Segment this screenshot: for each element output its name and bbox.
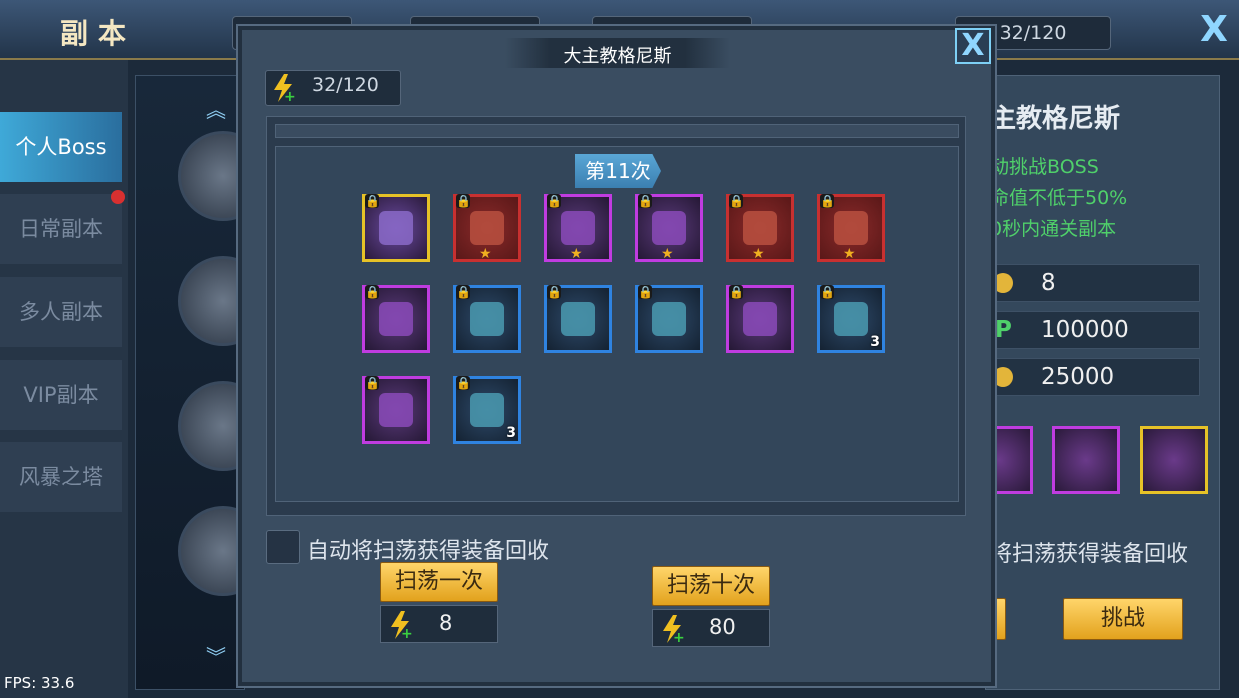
lock-icon: 🔒 bbox=[456, 194, 471, 208]
tab-vip-dungeon[interactable]: VIP副本 bbox=[0, 360, 122, 430]
lock-icon: 🔒 bbox=[365, 194, 380, 208]
lock-icon: 🔒 bbox=[820, 285, 835, 299]
lock-icon: 🔒 bbox=[365, 376, 380, 390]
gear-ring-icon bbox=[470, 302, 504, 336]
recycle-label: 将扫荡获得装备回收 bbox=[990, 542, 1189, 567]
svg-text:+: + bbox=[673, 630, 685, 644]
lock-icon: 🔒 bbox=[729, 194, 744, 208]
auto-recycle-checkbox[interactable] bbox=[266, 530, 300, 564]
reward-item[interactable]: 🔒 bbox=[544, 285, 612, 353]
sweep-ten-button[interactable]: 扫荡十次 bbox=[652, 566, 770, 606]
reward-item[interactable]: 🔒 bbox=[362, 194, 430, 262]
energy-value: 32/120 bbox=[312, 74, 379, 96]
tab-daily-dungeon[interactable]: 日常副本 bbox=[0, 194, 122, 264]
gold-reward-row: 25000 bbox=[990, 358, 1200, 396]
reward-item[interactable]: 🔒 bbox=[635, 285, 703, 353]
reward-item[interactable]: 🔒 3 bbox=[453, 376, 521, 444]
sweep-once-button[interactable]: 扫荡一次 bbox=[380, 562, 498, 602]
lock-icon: 🔒 bbox=[638, 285, 653, 299]
challenge-button[interactable]: 挑战 bbox=[1063, 598, 1183, 640]
green-gem-icon bbox=[379, 302, 413, 336]
star-icon: ★ bbox=[479, 246, 492, 262]
item-count: 3 bbox=[870, 334, 880, 350]
auto-recycle-label: 自动将扫荡获得装备回收 bbox=[307, 539, 550, 564]
reward-frame-strip bbox=[275, 124, 959, 138]
lock-icon: 🔒 bbox=[456, 376, 471, 390]
reward-item[interactable]: 🔒 bbox=[726, 285, 794, 353]
boots-icon bbox=[652, 211, 686, 245]
lock-icon: 🔒 bbox=[729, 285, 744, 299]
star-icon: ★ bbox=[843, 246, 856, 262]
condition-text: 动挑战BOSS bbox=[990, 156, 1099, 178]
svg-text:+: + bbox=[284, 89, 296, 103]
star-icon: ★ bbox=[570, 246, 583, 262]
reward-item[interactable]: 🔒 ★ bbox=[544, 194, 612, 262]
reward-item[interactable] bbox=[1140, 426, 1208, 494]
sweep-ten-cost: + 80 bbox=[652, 609, 770, 647]
notification-dot bbox=[111, 190, 125, 204]
close-icon[interactable]: X bbox=[955, 28, 991, 64]
boss-list: ︽ ︾ bbox=[135, 75, 268, 690]
boss-name: 主教格尼斯 bbox=[990, 104, 1121, 134]
spellbook-icon bbox=[470, 393, 504, 427]
blue-feather-icon bbox=[834, 302, 868, 336]
sweep-once-cost: + 8 bbox=[380, 605, 498, 643]
tab-personal-boss[interactable]: 个人Boss bbox=[0, 112, 122, 182]
energy-icon: + bbox=[391, 611, 413, 640]
scroll-up-icon[interactable]: ︽ bbox=[206, 94, 226, 123]
reward-item[interactable]: 🔒 ★ bbox=[453, 194, 521, 262]
energy-icon bbox=[993, 273, 1013, 293]
tab-storm-tower[interactable]: 风暴之塔 bbox=[0, 442, 122, 512]
screen-title: 副本 bbox=[60, 17, 137, 50]
svg-text:+: + bbox=[401, 626, 413, 640]
reward-item[interactable]: 🔒 bbox=[362, 285, 430, 353]
energy-cost-row: 8 bbox=[990, 264, 1200, 302]
star-icon: ★ bbox=[661, 246, 674, 262]
gold-coin-icon bbox=[993, 367, 1013, 387]
reward-item[interactable]: 🔒 bbox=[453, 285, 521, 353]
helmet-icon bbox=[834, 211, 868, 245]
condition-text: 命值不低于50% bbox=[990, 187, 1128, 209]
tab-multiplayer-dungeon[interactable]: 多人副本 bbox=[0, 277, 122, 347]
exp-icon: P bbox=[995, 317, 1012, 343]
reward-item[interactable]: 🔒 3 bbox=[817, 285, 885, 353]
modal-title: 大主教格尼斯 bbox=[563, 46, 672, 67]
sidebar: 个人Boss 日常副本 多人副本 VIP副本 风暴之塔 bbox=[0, 60, 128, 698]
lock-icon: 🔒 bbox=[638, 194, 653, 208]
condition-text: 0秒内通关副本 bbox=[990, 218, 1117, 240]
sweep-once-cost-value: 8 bbox=[439, 611, 453, 635]
energy-icon: + bbox=[274, 74, 296, 103]
exp-reward-row: P 100000 bbox=[990, 311, 1200, 349]
armor-icon bbox=[743, 211, 777, 245]
reward-item[interactable]: 🔒 ★ bbox=[635, 194, 703, 262]
scroll-down-icon[interactable]: ︾ bbox=[206, 641, 226, 670]
reward-item[interactable]: 🔒 bbox=[362, 376, 430, 444]
fps-counter: FPS: 33.6 bbox=[4, 674, 75, 692]
lock-icon: 🔒 bbox=[820, 194, 835, 208]
scroll-icon bbox=[652, 302, 686, 336]
item-count: 3 bbox=[506, 425, 516, 441]
green-plate-icon bbox=[561, 302, 595, 336]
boss-portrait-icon bbox=[379, 211, 413, 245]
shoulder-armor-icon bbox=[561, 211, 595, 245]
reward-item[interactable]: 🔒 ★ bbox=[726, 194, 794, 262]
lock-icon: 🔒 bbox=[365, 285, 380, 299]
round-badge: 第11次 bbox=[575, 154, 661, 188]
bow-icon bbox=[470, 211, 504, 245]
star-icon: ★ bbox=[752, 246, 765, 262]
lock-icon: 🔒 bbox=[547, 194, 562, 208]
purple-feather-icon bbox=[743, 302, 777, 336]
sweep-ten-cost-value: 80 bbox=[709, 615, 736, 639]
orange-crystal-icon bbox=[379, 393, 413, 427]
lock-icon: 🔒 bbox=[456, 285, 471, 299]
energy-icon: + bbox=[663, 615, 685, 644]
lock-icon: 🔒 bbox=[547, 285, 562, 299]
close-icon[interactable]: X bbox=[1196, 10, 1232, 50]
reward-item[interactable]: 🔒 ★ bbox=[817, 194, 885, 262]
reward-item[interactable] bbox=[1052, 426, 1120, 494]
